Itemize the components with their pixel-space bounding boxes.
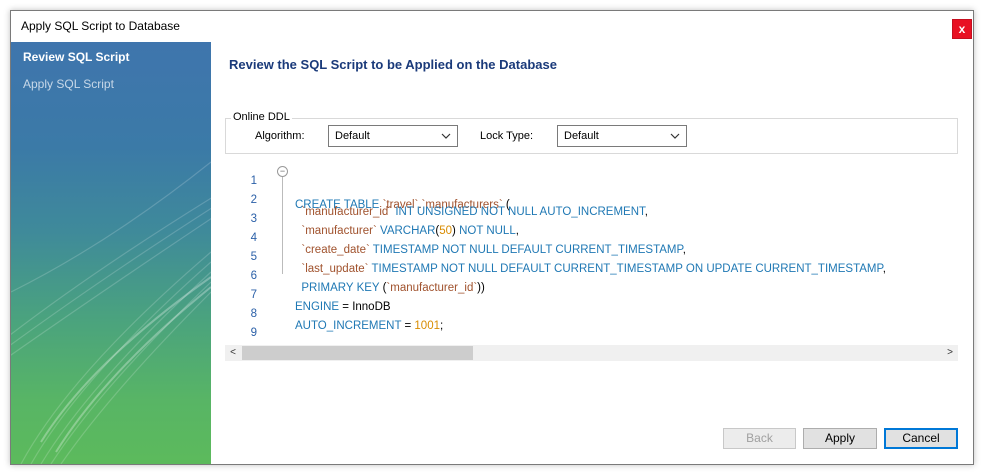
algorithm-value: Default bbox=[335, 130, 370, 142]
sidebar-item-apply-sql-script: Apply SQL Script bbox=[23, 77, 114, 91]
lock-type-select[interactable]: Default bbox=[557, 125, 687, 147]
cancel-button[interactable]: Cancel bbox=[884, 428, 958, 449]
lock-type-value: Default bbox=[564, 130, 599, 142]
code-line: 1 − CREATE TABLE `travel`.`manufacturers… bbox=[225, 163, 958, 211]
code-line: 9 bbox=[225, 315, 958, 339]
title-bar[interactable]: Apply SQL Script to Database x bbox=[11, 11, 973, 42]
page-title: Review the SQL Script to be Applied on t… bbox=[229, 57, 557, 72]
scrollbar-thumb[interactable] bbox=[242, 346, 473, 360]
algorithm-select[interactable]: Default bbox=[328, 125, 458, 147]
code-line: 6 PRIMARY KEY (`manufacturer_id`)) bbox=[225, 258, 958, 294]
close-icon: x bbox=[958, 22, 966, 36]
chevron-down-icon bbox=[670, 133, 680, 139]
close-button[interactable]: x bbox=[952, 19, 972, 39]
fold-collapse-icon[interactable]: − bbox=[277, 166, 288, 177]
code-line: 4 `create_date` TIMESTAMP NOT NULL DEFAU… bbox=[225, 220, 958, 256]
back-button[interactable]: Back bbox=[723, 428, 796, 449]
scroll-left-icon[interactable]: < bbox=[225, 345, 241, 361]
chevron-down-icon bbox=[441, 133, 451, 139]
code-line: 2 `manufacturer_id` INT UNSIGNED NOT NUL… bbox=[225, 182, 958, 218]
sql-script-editor[interactable]: 1 − CREATE TABLE `travel`.`manufacturers… bbox=[225, 158, 958, 362]
online-ddl-legend: Online DDL bbox=[231, 111, 292, 123]
code-line: 7 ENGINE = InnoDB bbox=[225, 277, 958, 313]
sidebar-decoration bbox=[11, 161, 211, 464]
apply-button[interactable]: Apply bbox=[803, 428, 877, 449]
sidebar-item-review-sql-script: Review SQL Script bbox=[23, 50, 130, 64]
dialog-window: Apply SQL Script to Database x Review SQ… bbox=[0, 0, 983, 474]
algorithm-label: Algorithm: bbox=[255, 130, 305, 142]
horizontal-scrollbar[interactable]: < > bbox=[225, 345, 958, 361]
code-line: 3 `manufacturer` VARCHAR(50) NOT NULL, bbox=[225, 201, 958, 237]
line-number: 9 bbox=[250, 327, 257, 339]
scroll-right-icon[interactable]: > bbox=[942, 345, 958, 361]
window-title: Apply SQL Script to Database bbox=[21, 19, 180, 33]
code-line: 5 `last_update` TIMESTAMP NOT NULL DEFAU… bbox=[225, 239, 958, 275]
lock-type-label: Lock Type: bbox=[480, 130, 533, 142]
wizard-sidebar: Review SQL Script Apply SQL Script bbox=[11, 42, 211, 464]
code-line: 8 AUTO_INCREMENT = 1001; bbox=[225, 296, 958, 332]
